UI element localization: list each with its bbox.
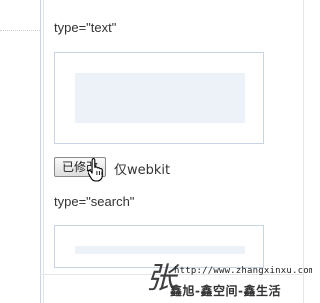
watermark-site-name: 鑫旭-鑫空间-鑫生活 (170, 284, 281, 298)
section-label-text: type="text" (54, 20, 117, 35)
frame-left-inner-border (43, 0, 44, 303)
webkit-only-note: 仅webkit (114, 163, 171, 178)
hand-pointer-cursor-icon (88, 157, 103, 182)
search-input-field[interactable] (75, 246, 245, 254)
frame-left-border (40, 0, 41, 303)
section-label-search: type="search" (54, 194, 135, 209)
watermark-url: http://www.zhangxinxu.com (174, 266, 312, 276)
page: type="text" 已修改 仅webkit type="search" 张 … (0, 0, 312, 303)
frame-right-border (303, 0, 304, 303)
dotted-divider (0, 30, 40, 31)
text-input-field[interactable] (75, 73, 245, 123)
text-input-preview (54, 52, 264, 144)
